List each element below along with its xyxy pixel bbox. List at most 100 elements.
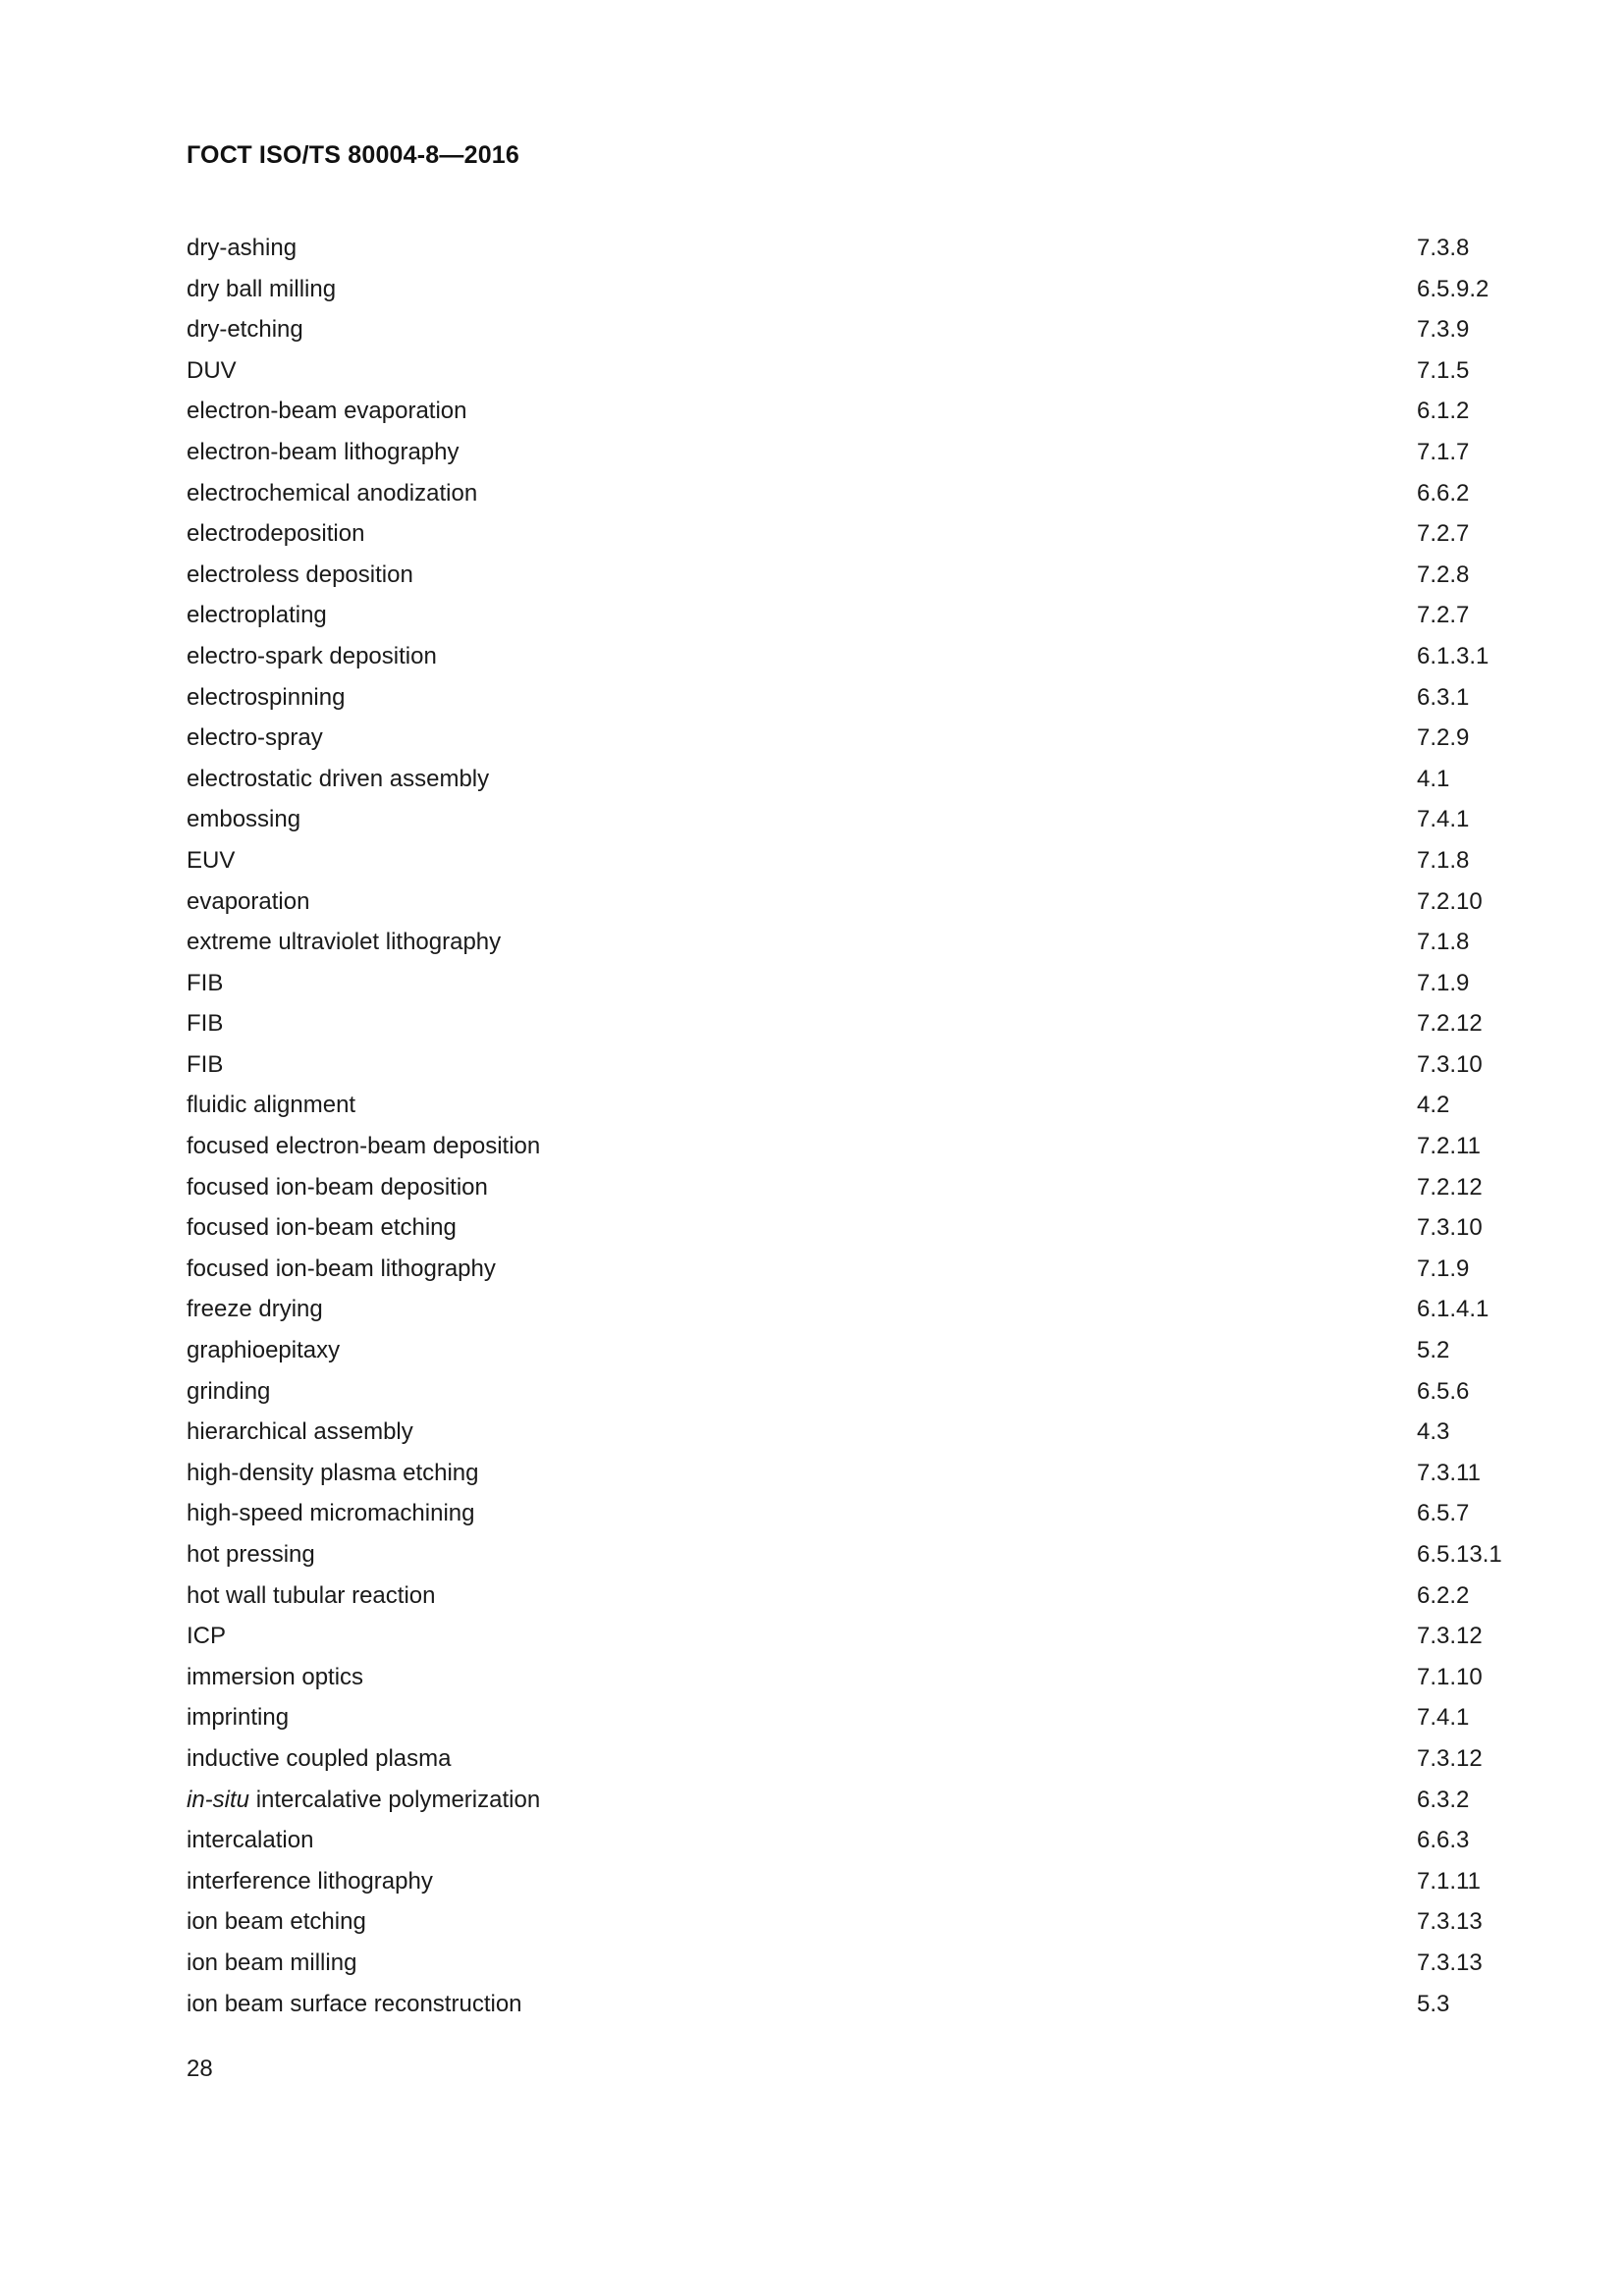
index-entry-term-text: electro-spray xyxy=(187,724,323,752)
index-entry-reference: 7.2.12 xyxy=(1417,1173,1483,1201)
index-entry-reference: 7.1.9 xyxy=(1417,969,1470,996)
index-entry-reference: 7.2.12 xyxy=(1417,1010,1483,1038)
index-entry-term-text: electroless deposition xyxy=(187,561,413,588)
index-entry-row: electro-spray 7.2.9 xyxy=(187,718,1469,759)
index-entry-term: dry ball milling xyxy=(187,276,336,302)
index-entry-row: electro-spark deposition 6.1.3.1 xyxy=(187,636,1489,677)
index-entry-term-text: FIB xyxy=(187,1010,224,1038)
index-entry-term: evaporation xyxy=(187,888,309,915)
index-entry-term-text: ion beam surface reconstruction xyxy=(187,1990,522,2017)
index-entry-row: dry-ashing 7.3.8 xyxy=(187,228,1469,269)
index-entry-row: hot wall tubular reaction 6.2.2 xyxy=(187,1575,1469,1617)
index-entry-term-text: embossing xyxy=(187,806,301,833)
index-entry-term: focused ion-beam deposition xyxy=(187,1174,488,1201)
index-entry-reference: 7.2.7 xyxy=(1417,520,1470,548)
index-entry-reference: 6.3.1 xyxy=(1417,683,1470,711)
index-entry-reference: 7.1.8 xyxy=(1417,846,1470,874)
index-entry-term-text: FIB xyxy=(187,1050,224,1078)
index-entry-term-text: DUV xyxy=(187,356,237,384)
index-entry-term: ion beam etching xyxy=(187,1908,366,1935)
index-entry-term-text: ion beam etching xyxy=(187,1908,366,1936)
index-entry-term: interference lithography xyxy=(187,1868,433,1895)
index-entry-reference: 7.1.9 xyxy=(1417,1255,1470,1282)
index-entry-term-italic-prefix: in-situ xyxy=(187,1786,250,1813)
index-entry-term: electron-beam evaporation xyxy=(187,398,467,424)
index-entry-term-text: intercalative polymerization xyxy=(249,1786,541,1813)
index-entry-term: high-density plasma etching xyxy=(187,1460,479,1486)
index-entry-term-text: high-density plasma etching xyxy=(187,1459,479,1486)
index-entry-term: in-situ intercalative polymerization xyxy=(187,1787,540,1813)
index-entry-term-text: electrospinning xyxy=(187,683,346,711)
index-entry-row: interference lithography 7.1.11 xyxy=(187,1861,1481,1902)
index-entry-term-text: focused electron-beam deposition xyxy=(187,1133,541,1160)
index-entry-term-text: focused ion-beam etching xyxy=(187,1214,457,1242)
index-entry-term-text: electrochemical anodization xyxy=(187,479,478,507)
index-entry-term-text: electrostatic driven assembly xyxy=(187,765,490,792)
index-entry-reference: 7.3.11 xyxy=(1417,1459,1481,1486)
index-entry-term: hot wall tubular reaction xyxy=(187,1582,435,1609)
index-entry-term: ion beam milling xyxy=(187,1949,356,1976)
index-entry-row: electrochemical anodization 6.6.2 xyxy=(187,473,1469,514)
index-entry-row: electrospinning 6.3.1 xyxy=(187,677,1469,719)
index-entry-term: focused ion-beam lithography xyxy=(187,1255,496,1282)
index-entry-term: ICP xyxy=(187,1623,226,1649)
index-entry-term-text: extreme ultraviolet lithography xyxy=(187,929,502,956)
index-entry-reference: 7.3.12 xyxy=(1417,1623,1483,1650)
index-entry-reference: 6.3.2 xyxy=(1417,1786,1470,1813)
index-entry-term: electron-beam lithography xyxy=(187,439,460,465)
index-entry-reference: 7.1.7 xyxy=(1417,438,1470,465)
index-entry-row: inductive coupled plasma 7.3.12 xyxy=(187,1738,1483,1780)
index-entry-reference: 7.3.10 xyxy=(1417,1050,1483,1078)
index-entry-term: imprinting xyxy=(187,1704,289,1731)
index-entry-term-text: imprinting xyxy=(187,1704,290,1732)
index-entry-term-text: electron-beam lithography xyxy=(187,438,460,465)
index-entry-term-text: ion beam milling xyxy=(187,1949,357,1976)
index-entry-reference: 7.2.10 xyxy=(1417,887,1483,915)
document-page: ГОСТ ISO/TS 80004-8—2016 dry-ashing 7.3.8… xyxy=(0,0,1624,2296)
index-entry-term: intercalation xyxy=(187,1827,313,1853)
index-entry-term: dry-ashing xyxy=(187,235,297,261)
index-entry-reference: 7.2.7 xyxy=(1417,602,1470,629)
index-entry-term-text: interference lithography xyxy=(187,1867,433,1895)
index-entry-reference: 7.3.9 xyxy=(1417,316,1470,344)
index-entry-row: electrostatic driven assembly 4.1 xyxy=(187,759,1463,800)
index-entry-reference: 4.1 xyxy=(1417,765,1450,792)
index-entry-row: immersion optics 7.1.10 xyxy=(187,1657,1483,1698)
index-entry-row: dry ball milling 6.5.9.2 xyxy=(187,269,1489,310)
index-entry-reference: 7.3.12 xyxy=(1417,1744,1483,1772)
index-entry-term-text: dry ball milling xyxy=(187,275,337,302)
index-entry-term: FIB xyxy=(187,1051,223,1078)
index-entry-reference: 7.2.8 xyxy=(1417,561,1470,588)
index-entry-reference: 7.3.10 xyxy=(1417,1214,1483,1242)
index-entry-term: hierarchical assembly xyxy=(187,1418,413,1445)
index-entry-term-text: grinding xyxy=(187,1377,271,1405)
index-entry-row: ion beam milling 7.3.13 xyxy=(187,1943,1483,1984)
index-entry-term-text: focused ion-beam lithography xyxy=(187,1255,496,1282)
index-entry-row: electron-beam lithography 7.1.7 xyxy=(187,432,1469,473)
index-entry-row: FIB 7.3.10 xyxy=(187,1044,1483,1086)
index-entry-term: ion beam surface reconstruction xyxy=(187,1991,522,2017)
index-entry-term: EUV xyxy=(187,847,235,874)
index-entry-reference: 7.1.11 xyxy=(1417,1867,1481,1895)
index-entry-reference: 7.3.13 xyxy=(1417,1908,1483,1936)
index-entry-term-text: ICP xyxy=(187,1623,227,1650)
index-entry-term-text: electrodeposition xyxy=(187,520,365,548)
index-entry-term: FIB xyxy=(187,1010,223,1037)
index-entry-row: hierarchical assembly 4.3 xyxy=(187,1412,1463,1453)
index-entry-term-text: hot wall tubular reaction xyxy=(187,1581,436,1609)
index-entry-term-text: electroplating xyxy=(187,602,327,629)
index-entry-reference: 7.4.1 xyxy=(1417,806,1470,833)
index-entry-term: hot pressing xyxy=(187,1541,315,1568)
index-entry-term: DUV xyxy=(187,357,237,384)
index-entry-term-text: inductive coupled plasma xyxy=(187,1744,452,1772)
index-entry-row: high-speed micromachining 6.5.7 xyxy=(187,1493,1469,1534)
index-entry-row: focused ion-beam etching 7.3.10 xyxy=(187,1207,1483,1249)
index-entry-reference: 4.3 xyxy=(1417,1418,1450,1446)
index-entry-row: electron-beam evaporation 6.1.2 xyxy=(187,391,1469,432)
index-entry-term: inductive coupled plasma xyxy=(187,1745,452,1772)
index-entry-reference: 6.5.7 xyxy=(1417,1500,1470,1527)
index-entry-row: FIB 7.2.12 xyxy=(187,1003,1483,1044)
index-entry-reference: 6.6.2 xyxy=(1417,479,1470,507)
index-entry-term: grinding xyxy=(187,1378,270,1405)
index-entry-row: DUV 7.1.5 xyxy=(187,350,1469,392)
